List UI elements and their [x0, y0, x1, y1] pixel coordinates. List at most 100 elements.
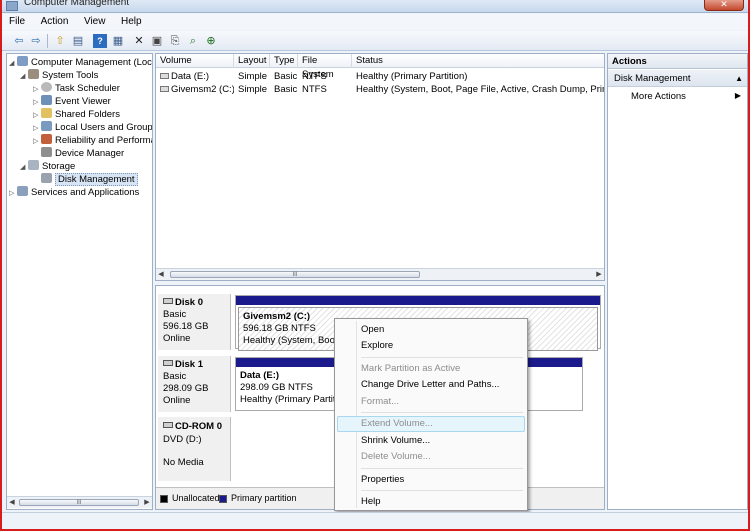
- scroll-right-icon[interactable]: ▶: [142, 497, 152, 508]
- menu-action[interactable]: Action: [34, 14, 75, 27]
- file-system-cell: NTFS: [302, 84, 327, 95]
- actions-section-label: Disk Management: [614, 73, 691, 84]
- search-icon[interactable]: ⌕: [186, 34, 200, 48]
- volume-list: Volume Layout Type File System Status Da…: [155, 53, 605, 281]
- menu-item-mark-active[interactable]: Mark Partition as Active: [361, 363, 460, 375]
- tree-horizontal-scrollbar[interactable]: ◀ III ▶: [7, 496, 152, 508]
- column-volume[interactable]: Volume: [156, 54, 234, 68]
- type-cell: Basic: [274, 71, 298, 82]
- forward-arrow-icon[interactable]: ⇨: [29, 34, 43, 48]
- disk-icon: [163, 298, 173, 304]
- scroll-left-icon[interactable]: ◀: [156, 269, 166, 280]
- column-type[interactable]: Type: [270, 54, 298, 68]
- menu-item-format[interactable]: Format...: [361, 396, 399, 408]
- console-tree-icon[interactable]: ▦: [111, 34, 125, 48]
- back-arrow-icon[interactable]: ⇦: [12, 34, 26, 48]
- up-folder-icon[interactable]: ⇧: [53, 34, 67, 48]
- tree-item-label: Event Viewer: [55, 96, 111, 107]
- menu-item-explore[interactable]: Explore: [361, 340, 393, 352]
- tree-item-services[interactable]: ▷ Services and Applications: [9, 186, 139, 199]
- disk-icon: [163, 360, 173, 366]
- close-button[interactable]: ✕: [704, 0, 744, 11]
- actions-pane: Actions Disk Management ▲ More Actions ▶: [607, 53, 748, 510]
- cdrom-label[interactable]: CD-ROM 0 DVD (D:) No Media: [158, 417, 231, 481]
- event-viewer-icon: [41, 95, 52, 105]
- actions-header: Actions: [608, 54, 747, 69]
- expand-icon[interactable]: ▷: [9, 187, 17, 200]
- disk-state: Online: [163, 333, 191, 344]
- tree-root[interactable]: ◢ Computer Management (Local: [9, 56, 152, 70]
- scroll-thumb[interactable]: III: [170, 271, 420, 278]
- tree-item-reliability[interactable]: ▷ Reliability and Performa: [33, 134, 152, 147]
- unallocated-swatch: [160, 495, 168, 503]
- menu-separator: [361, 468, 523, 469]
- menu-item-help[interactable]: Help: [361, 496, 381, 508]
- toolbox-icon: [28, 69, 39, 79]
- properties-icon[interactable]: ▣: [150, 34, 164, 48]
- console-tree: ◢ Computer Management (Local ◢ System Tool…: [6, 53, 153, 510]
- scroll-right-icon[interactable]: ▶: [594, 269, 604, 280]
- export-icon[interactable]: ⎘: [168, 34, 182, 48]
- toolbar: ⇦ ⇨ ⇧ ▤ ? ▦ ✕ ▣ ⎘ ⌕ ⊕: [2, 31, 748, 51]
- layout-cell: Simple: [238, 84, 268, 95]
- app-icon: [6, 1, 18, 11]
- help-icon[interactable]: ?: [93, 34, 107, 48]
- disk-label[interactable]: Disk 0 Basic 596.18 GB Online: [158, 294, 231, 350]
- tree-item-system-tools[interactable]: ◢ System Tools: [20, 69, 98, 82]
- menu-item-extend-volume[interactable]: Extend Volume...: [361, 418, 433, 430]
- tree-item-device-manager[interactable]: Device Manager: [33, 147, 124, 160]
- actions-section-disk-management[interactable]: Disk Management ▲: [608, 70, 747, 87]
- volume-icon: [160, 73, 169, 79]
- menu-file[interactable]: File: [2, 14, 31, 27]
- type-cell: Basic: [274, 84, 298, 95]
- tree-item-disk-management[interactable]: Disk Management: [33, 173, 138, 186]
- status-cell: Healthy (System, Boot, Page File, Active…: [356, 84, 605, 95]
- tree-item-shared-folders[interactable]: ▷ Shared Folders: [33, 108, 120, 121]
- menu-item-change-drive-letter[interactable]: Change Drive Letter and Paths...: [361, 379, 499, 391]
- tree-item-label: Shared Folders: [55, 109, 120, 120]
- scroll-left-icon[interactable]: ◀: [7, 497, 17, 508]
- legend-unallocated: Unallocated: [172, 493, 220, 503]
- magnify-icon[interactable]: ⊕: [204, 34, 218, 48]
- disk-type: DVD (D:): [163, 434, 202, 445]
- column-layout[interactable]: Layout: [234, 54, 270, 68]
- clock-icon: [41, 82, 52, 92]
- tree-item-label: Disk Management: [55, 173, 138, 186]
- primary-partition-swatch: [219, 495, 227, 503]
- collapse-icon[interactable]: ◢: [20, 161, 28, 174]
- device-manager-icon: [41, 147, 52, 157]
- menu-item-properties[interactable]: Properties: [361, 474, 404, 486]
- table-row[interactable]: Data (E:) Simple Basic NTFS Healthy (Pri…: [156, 70, 604, 83]
- tree-item-task-scheduler[interactable]: ▷ Task Scheduler: [33, 82, 120, 95]
- tree-item-local-users[interactable]: ▷ Local Users and Groups: [33, 121, 152, 134]
- file-system-cell: NTFS: [302, 71, 327, 82]
- disk-size: 596.18 GB: [163, 321, 209, 332]
- more-actions-link[interactable]: More Actions: [631, 91, 686, 102]
- column-status[interactable]: Status: [352, 54, 604, 68]
- volume-cell: Givemsm2 (C:): [156, 83, 234, 96]
- delete-icon[interactable]: ✕: [132, 34, 146, 48]
- column-file-system[interactable]: File System: [298, 54, 352, 80]
- more-actions-arrow-icon[interactable]: ▶: [735, 91, 741, 100]
- menu-help[interactable]: Help: [114, 14, 148, 27]
- collapse-icon[interactable]: ◢: [9, 57, 17, 70]
- tree-item-storage[interactable]: ◢ Storage: [20, 160, 75, 173]
- status-bar: [2, 512, 748, 529]
- show-hide-tree-icon[interactable]: ▤: [71, 34, 85, 48]
- menu-view[interactable]: View: [77, 14, 112, 27]
- volume-name: Givemsm2 (C:): [171, 84, 234, 95]
- table-row[interactable]: Givemsm2 (C:) Simple Basic NTFS Healthy …: [156, 83, 605, 96]
- scroll-thumb[interactable]: III: [19, 499, 139, 506]
- collapse-icon[interactable]: ◢: [20, 70, 28, 83]
- tree-item-label: Storage: [42, 161, 76, 172]
- menu-bar: File Action View Help: [2, 14, 748, 30]
- menu-item-shrink-volume[interactable]: Shrink Volume...: [361, 435, 430, 447]
- tree-item-event-viewer[interactable]: ▷ Event Viewer: [33, 95, 111, 108]
- disk-label[interactable]: Disk 1 Basic 298.09 GB Online: [158, 356, 231, 412]
- collapse-caret-icon[interactable]: ▲: [735, 70, 743, 87]
- menu-item-delete-volume[interactable]: Delete Volume...: [361, 451, 431, 463]
- menu-item-open[interactable]: Open: [361, 324, 384, 336]
- disk-name: Disk 1: [175, 359, 203, 370]
- services-icon: [17, 186, 28, 196]
- volume-list-horizontal-scrollbar[interactable]: ◀ III ▶: [156, 268, 604, 280]
